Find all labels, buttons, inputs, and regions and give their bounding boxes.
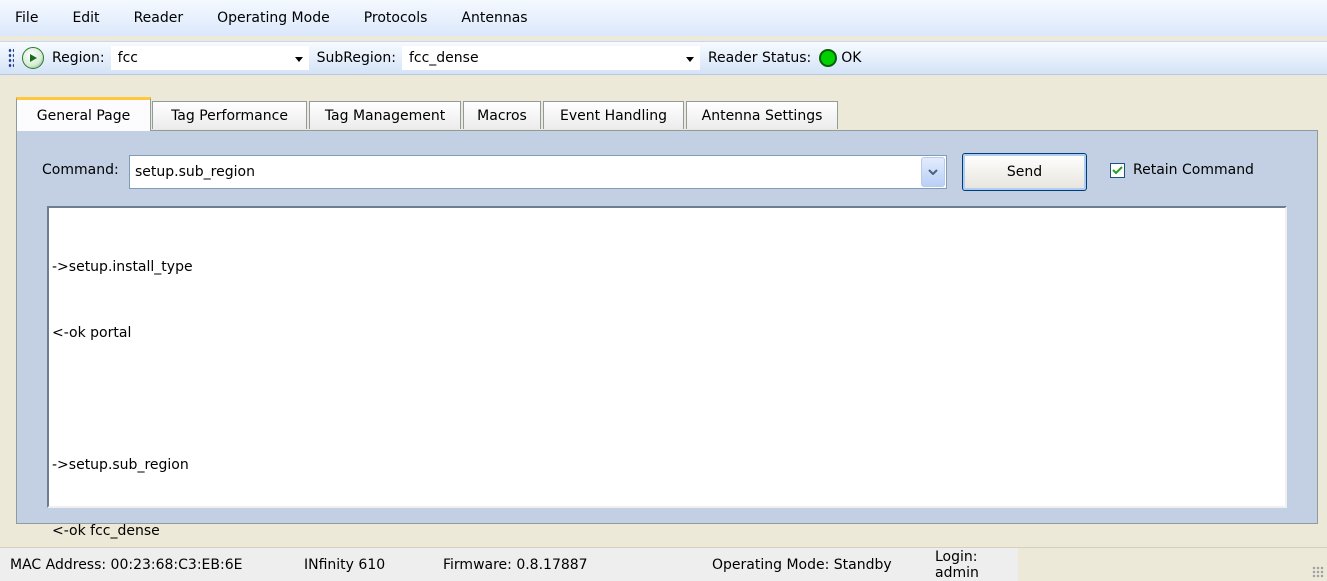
chevron-down-icon[interactable] <box>292 51 306 67</box>
reader-status-value: OK <box>841 50 862 66</box>
resize-grip-icon[interactable] <box>1312 566 1324 578</box>
menu-edit[interactable]: Edit <box>55 10 116 26</box>
tab-tag-management[interactable]: Tag Management <box>309 101 461 129</box>
tab-tag-performance[interactable]: Tag Performance <box>152 101 307 129</box>
status-fields: MAC Address: 00:23:68:C3:EB:6E INfinity … <box>0 548 1018 581</box>
region-select[interactable]: fcc <box>110 46 309 70</box>
tab-general-page[interactable]: General Page <box>16 97 151 131</box>
log-line: <-ok portal <box>52 325 132 341</box>
log-line: ->setup.install_type <box>52 259 193 275</box>
subregion-label: SubRegion: <box>316 50 396 66</box>
operating-mode: Operating Mode: Standby <box>712 556 892 573</box>
menu-reader[interactable]: Reader <box>117 10 201 26</box>
region-label: Region: <box>52 50 105 66</box>
subregion-select[interactable]: fcc_dense <box>401 46 700 70</box>
status-indicator-icon <box>819 49 838 67</box>
login-user: Login: admin <box>935 548 979 581</box>
firmware-version: Firmware: 0.8.17887 <box>443 556 588 573</box>
toolbar-grip-handle[interactable] <box>8 47 14 69</box>
checkbox-checked-icon[interactable] <box>1110 162 1125 178</box>
send-button[interactable]: Send <box>962 153 1087 191</box>
command-value: setup.sub_region <box>135 164 255 180</box>
play-icon[interactable] <box>22 47 44 69</box>
menu-operating-mode[interactable]: Operating Mode <box>200 10 347 26</box>
reader-model: INfinity 610 <box>304 556 386 573</box>
status-bar: MAC Address: 00:23:68:C3:EB:6E INfinity … <box>0 547 1327 581</box>
tab-event-handling[interactable]: Event Handling <box>543 101 684 129</box>
menu-bar: File Edit Reader Operating Mode Protocol… <box>0 0 1327 36</box>
menu-protocols[interactable]: Protocols <box>347 10 445 26</box>
retain-command-checkbox[interactable]: Retain Command <box>1110 162 1254 178</box>
reader-status-label: Reader Status: <box>707 50 812 66</box>
log-line: ->setup.sub_region <box>52 457 189 473</box>
subregion-value: fcc_dense <box>408 50 479 66</box>
menu-file[interactable]: File <box>0 10 55 26</box>
chevron-down-icon[interactable] <box>683 51 697 67</box>
toolbar: Region: fcc SubRegion: fcc_dense Reader … <box>0 41 1327 75</box>
region-value: fcc <box>117 50 138 66</box>
command-input[interactable]: setup.sub_region <box>129 155 947 189</box>
chevron-down-icon[interactable] <box>921 157 945 187</box>
menu-antennas[interactable]: Antennas <box>444 10 544 26</box>
tab-antenna-settings[interactable]: Antenna Settings <box>686 101 838 129</box>
command-output-log[interactable]: ->setup.install_type <-ok portal ->setup… <box>47 206 1287 539</box>
command-label: Command: <box>42 162 119 178</box>
tab-macros[interactable]: Macros <box>463 101 541 129</box>
retain-command-label: Retain Command <box>1133 162 1254 178</box>
log-line: <-ok fcc_dense <box>52 523 160 539</box>
mac-address: MAC Address: 00:23:68:C3:EB:6E <box>10 556 243 573</box>
